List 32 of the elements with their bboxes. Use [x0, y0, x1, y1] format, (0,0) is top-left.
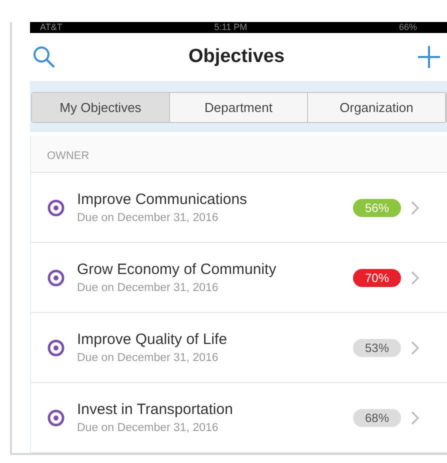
section-header: OWNER — [47, 150, 90, 162]
objective-name: Improve Quality of Life — [77, 331, 228, 348]
progress-badge: 53% — [352, 338, 401, 356]
objective-row[interactable]: Invest in Transportation Due on December 31, 2016 68% — [31, 383, 447, 453]
target-icon — [47, 198, 65, 216]
progress-badge: 68% — [352, 408, 401, 426]
search-icon[interactable] — [32, 45, 56, 69]
target-icon — [47, 408, 65, 426]
objective-row[interactable]: Improve Communications Due on December 31, 2016 56% — [31, 173, 447, 243]
objective-row[interactable]: Grow Economy of Community Due on December 31, 2016 70% — [31, 243, 447, 313]
progress-badge: 56% — [352, 198, 401, 216]
due-date: Due on December 31, 2016 — [77, 212, 220, 224]
due-date: Due on December 31, 2016 — [77, 352, 220, 364]
segment-tab[interactable]: My Objectives — [32, 93, 170, 122]
time-text: 5:11 PM — [214, 22, 248, 33]
progress-badge: 70% — [352, 268, 401, 286]
due-date: Due on December 31, 2016 — [77, 422, 220, 434]
chevron-icon — [411, 340, 419, 354]
chevron-icon — [411, 270, 419, 284]
objective-name: Improve Communications — [77, 191, 248, 208]
target-icon — [47, 338, 65, 356]
objective-name: Invest in Transportation — [77, 401, 234, 418]
carrier-text: AT&T — [40, 22, 62, 33]
due-date: Due on December 31, 2016 — [77, 282, 220, 294]
screen-title: Objectives — [188, 46, 285, 68]
chevron-icon — [411, 410, 419, 424]
objective-name: Grow Economy of Community — [77, 261, 278, 278]
objective-row[interactable]: Improve Quality of Life Due on December 31, 2016 53% — [31, 313, 447, 383]
chevron-icon — [411, 200, 419, 214]
target-icon — [47, 268, 65, 286]
battery-text: 66% — [398, 22, 417, 33]
add-icon[interactable] — [416, 45, 441, 69]
